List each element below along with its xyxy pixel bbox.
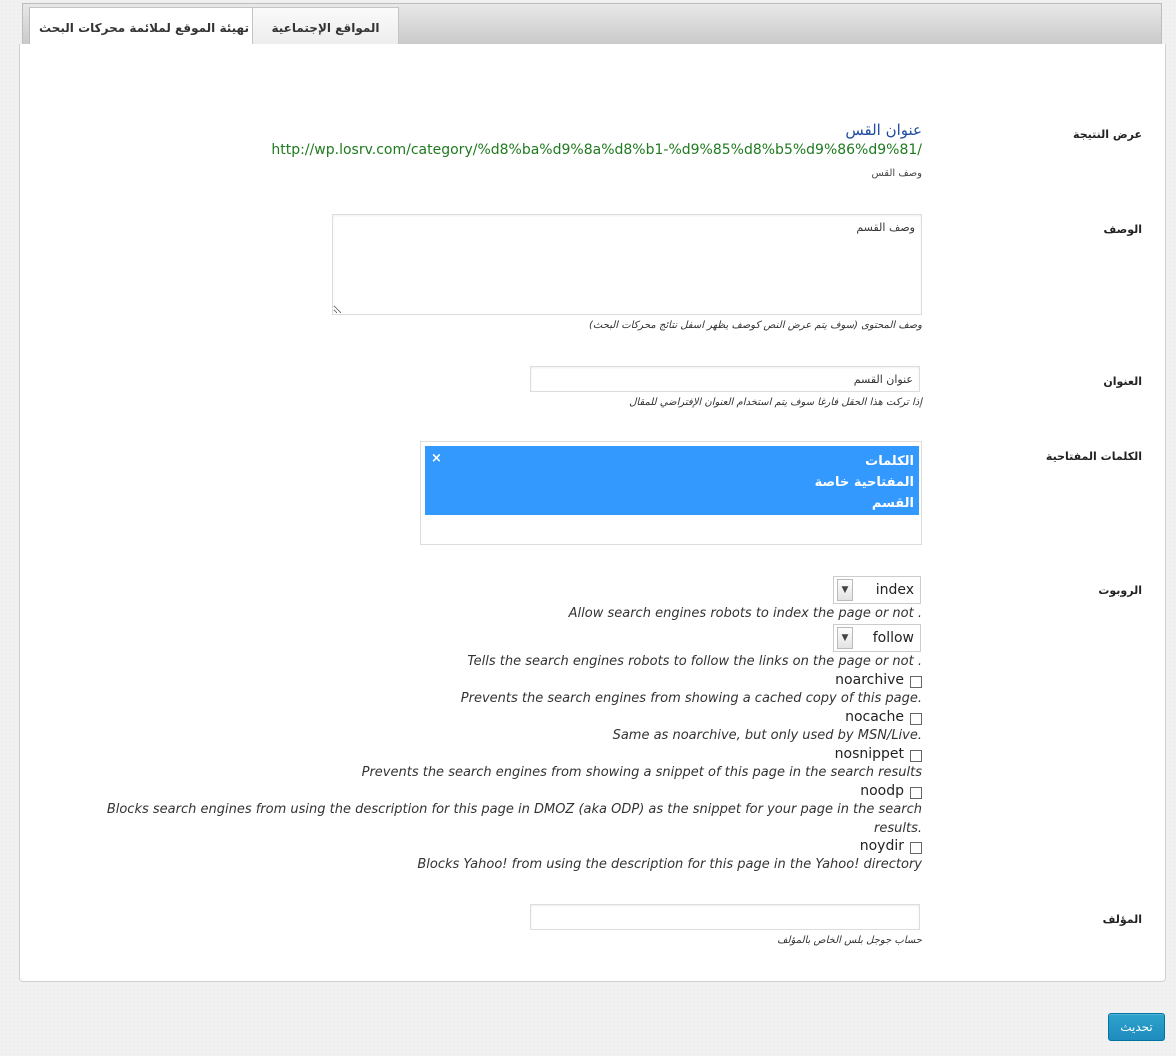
noarchive-help: Prevents the search engines from showing… <box>460 691 922 706</box>
noydir-help: Blocks Yahoo! from using the description… <box>417 857 922 872</box>
keyword-tag-line: الكلمات <box>865 454 914 469</box>
robots-follow-help: Tells the search engines robots to follo… <box>467 654 922 669</box>
tab-seo[interactable]: تهيئة الموقع لملائمة محركات البحث <box>29 7 259 48</box>
keywords-field[interactable]: × الكلمات المفتاحية خاصة القسم <box>420 441 922 545</box>
snippet-label: عرض النتيجة <box>1073 128 1142 141</box>
nocache-label: nocache <box>845 709 904 725</box>
keyword-tag-line: القسم <box>871 496 914 511</box>
description-label: الوصف <box>1103 223 1142 236</box>
nocache-option: nocache <box>845 709 922 725</box>
description-textarea[interactable]: وصف القسم <box>332 214 922 315</box>
title-input[interactable] <box>530 366 920 392</box>
nosnippet-checkbox[interactable] <box>910 749 922 762</box>
update-button[interactable]: تحديث <box>1108 1013 1165 1041</box>
tab-social[interactable]: المواقع الإجتماعية <box>252 7 399 47</box>
snippet-description: وصف القس <box>871 168 922 179</box>
keywords-label: الكلمات المفتاحية <box>1045 450 1142 463</box>
nocache-help: Same as noarchive, but only used by MSN/… <box>612 728 922 743</box>
noydir-option: noydir <box>860 838 922 854</box>
noarchive-label: noarchive <box>835 672 904 688</box>
close-icon[interactable]: × <box>431 448 442 469</box>
noarchive-option: noarchive <box>835 672 922 688</box>
title-label: العنوان <box>1103 375 1142 388</box>
chevron-down-icon: ▼ <box>837 627 853 649</box>
snippet-url: http://wp.losrv.com/category/%d8%ba%d9%8… <box>271 142 922 158</box>
robots-follow-select[interactable]: ▼ follow <box>833 624 921 652</box>
nocache-checkbox[interactable] <box>910 712 922 725</box>
author-input[interactable] <box>530 904 920 930</box>
keyword-tag-line: المفتاحية خاصة <box>814 475 914 490</box>
noodp-help-continued: results. <box>874 821 922 836</box>
noodp-option: noodp <box>860 783 922 799</box>
tab-strip: تهيئة الموقع لملائمة محركات البحث المواق… <box>22 3 1162 48</box>
robots-follow-value: follow <box>872 630 914 646</box>
keyword-tag: × الكلمات المفتاحية خاصة القسم <box>425 446 919 515</box>
nosnippet-help: Prevents the search engines from showing… <box>361 765 922 780</box>
noodp-label: noodp <box>860 783 904 799</box>
robots-index-select[interactable]: ▼ index <box>833 576 921 604</box>
noarchive-checkbox[interactable] <box>910 675 922 688</box>
author-label: المؤلف <box>1102 913 1142 926</box>
title-help: إذا تركت هذا الحقل فارغا سوف يتم استخدام… <box>629 397 922 408</box>
noodp-checkbox[interactable] <box>910 786 922 799</box>
noydir-label: noydir <box>859 838 904 854</box>
description-help: وصف المحتوى (سوف يتم عرض النص كوصف يظهر … <box>589 320 922 331</box>
noydir-checkbox[interactable] <box>910 841 922 854</box>
nosnippet-option: nosnippet <box>835 746 922 762</box>
chevron-down-icon: ▼ <box>837 579 853 601</box>
author-help: حساب جوجل بلس الخاص بالمؤلف <box>777 935 922 946</box>
robots-label: الروبوت <box>1098 584 1142 597</box>
robots-index-help: Allow search engines robots to index the… <box>568 606 922 621</box>
robots-index-value: index <box>875 582 914 598</box>
snippet-title: عنوان القس <box>845 121 922 139</box>
nosnippet-label: nosnippet <box>834 746 904 762</box>
noodp-help: Blocks search engines from using the des… <box>106 802 922 817</box>
